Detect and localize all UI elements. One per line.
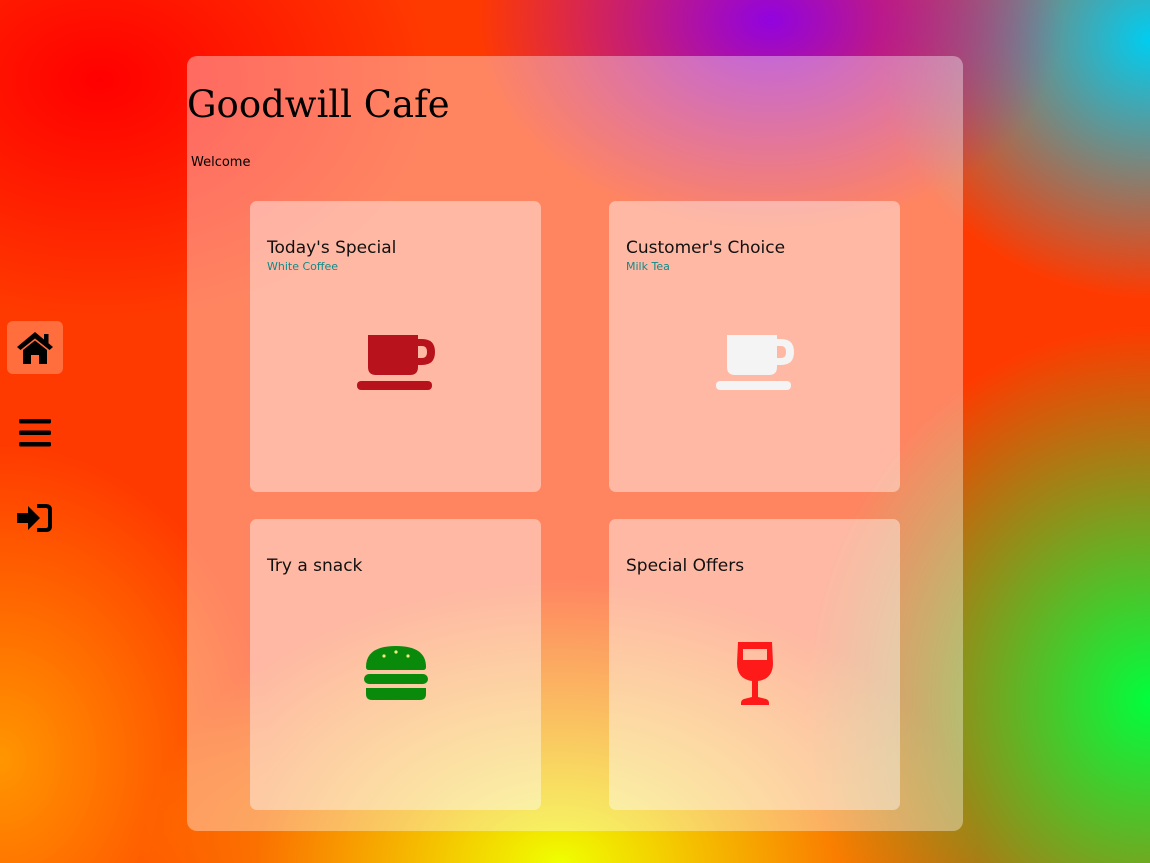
card-title: Customer's Choice <box>626 238 786 258</box>
menu-icon <box>18 418 52 448</box>
welcome-text: Welcome <box>191 155 251 170</box>
sign-in-icon <box>16 502 54 534</box>
nav-home-button[interactable] <box>7 321 63 374</box>
wine-glass-icon <box>735 641 775 707</box>
coffee-cup-icon <box>715 333 795 391</box>
card-customers-choice[interactable]: Customer's Choice Milk Tea <box>609 201 900 492</box>
card-title: Try a snack <box>267 556 363 576</box>
page-title: Goodwill Cafe <box>187 83 450 126</box>
card-todays-special[interactable]: Today's Special White Coffee <box>250 201 541 492</box>
sidebar-nav <box>7 321 63 576</box>
card-title: Today's Special <box>267 238 397 258</box>
nav-menu-button[interactable] <box>7 406 63 459</box>
card-subtitle: Milk Tea <box>626 260 670 273</box>
card-subtitle: White Coffee <box>267 260 339 273</box>
card-title: Special Offers <box>626 556 745 576</box>
coffee-cup-icon <box>356 333 436 391</box>
card-special-offers[interactable]: Special Offers <box>609 519 900 810</box>
home-icon <box>15 330 55 366</box>
card-try-a-snack[interactable]: Try a snack <box>250 519 541 810</box>
nav-sign-in-button[interactable] <box>7 491 63 544</box>
burger-icon <box>363 644 429 702</box>
main-panel: Goodwill Cafe Welcome Today's Special Wh… <box>187 56 963 831</box>
